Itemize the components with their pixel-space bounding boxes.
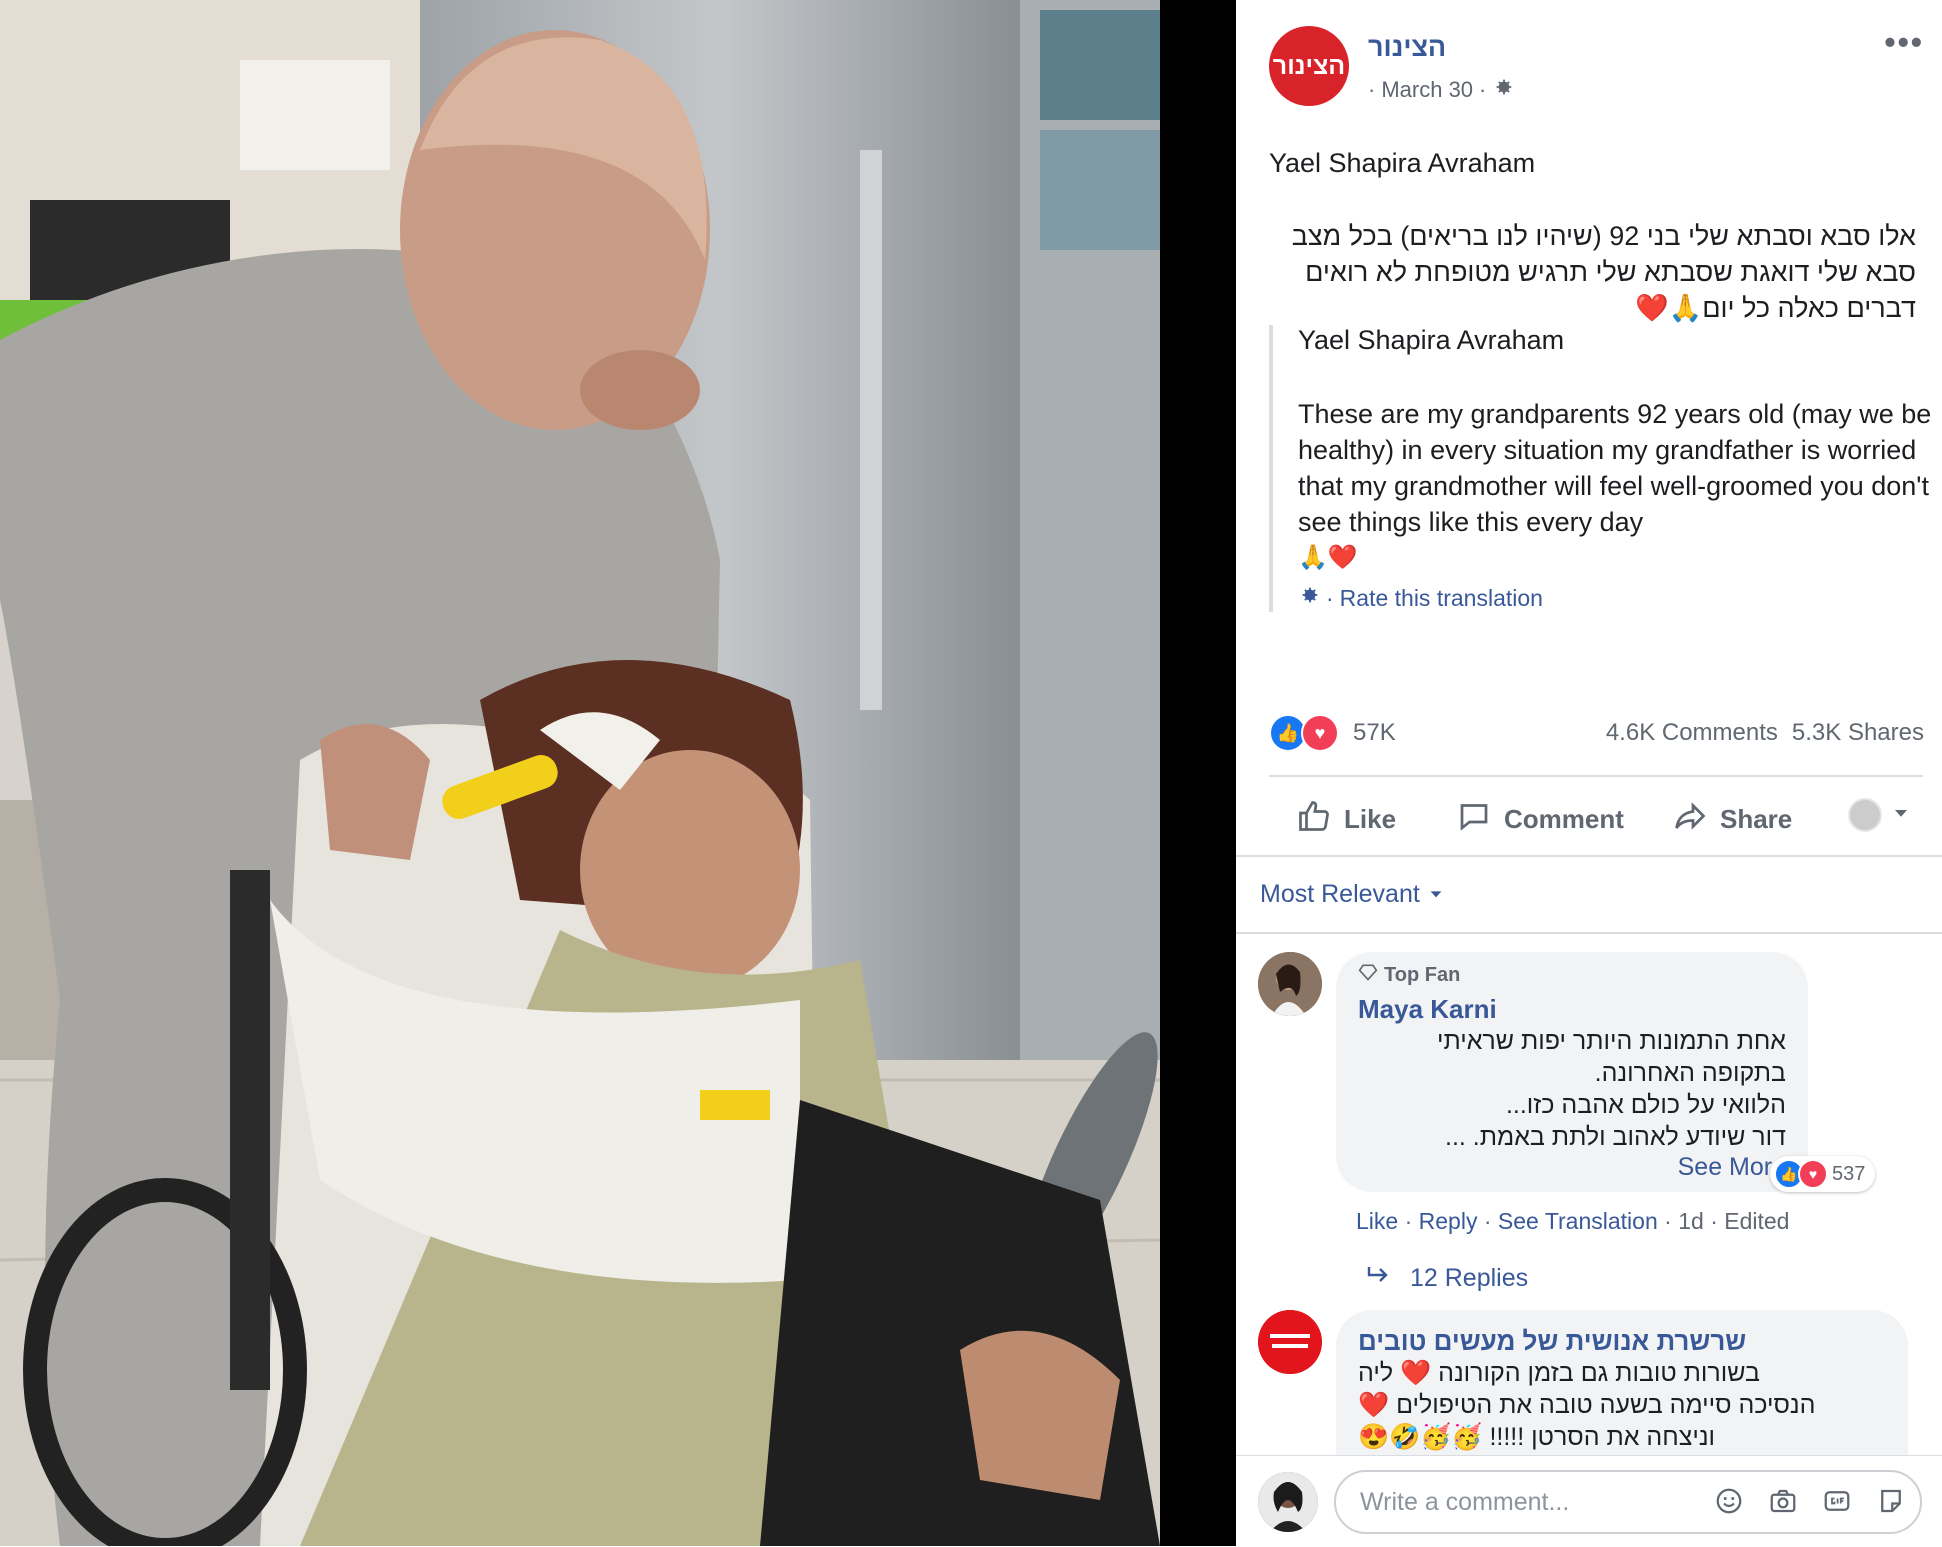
post-text-hebrew: אלו סבא וסבתא שלי בני 92 (שיהיו לנו בריא… (1291, 221, 1916, 323)
chevron-down-icon (1892, 804, 1910, 827)
comment-bubble: Top Fan Maya Karni אחת התמונות היותר יפו… (1336, 952, 1808, 1192)
user-avatar (1848, 798, 1882, 832)
comment-line: וניצחה את הסרטן !!!!! 🥳🥳🤣😍 (1358, 1423, 1716, 1451)
share-label: Share (1720, 804, 1793, 834)
comment-reaction-badge[interactable]: 👍 ♥ 537 (1770, 1156, 1876, 1192)
rate-translation-label: Rate this translation (1339, 584, 1543, 611)
translation-emoji: 🙏❤️ (1298, 544, 1358, 571)
dot-separator: · (1483, 1208, 1498, 1234)
rate-translation-link[interactable]: · Rate this translation (1298, 584, 1938, 612)
top-fan-badge: Top Fan (1358, 962, 1786, 988)
like-label: Like (1344, 804, 1397, 834)
share-button[interactable]: Share (1672, 798, 1792, 841)
share-icon (1672, 798, 1708, 841)
comments-count-link[interactable]: 4.6K Comments (1606, 719, 1778, 747)
reply-arrow-icon (1366, 1264, 1392, 1293)
translation-text: These are my grandparents 92 years old (… (1298, 399, 1932, 537)
post-meta: · March 30 · (1368, 76, 1514, 104)
see-translation-link[interactable]: See Translation (1498, 1208, 1658, 1234)
diamond-icon (1358, 962, 1378, 988)
dot-separator: · (1664, 1208, 1679, 1234)
sort-label: Most Relevant (1260, 880, 1420, 908)
dot-separator: · (1479, 77, 1487, 102)
love-reaction-icon: ♥ (1798, 1159, 1828, 1189)
comment-line: הלוואי על כולם אהבה כזו... (1505, 1091, 1786, 1119)
page-name[interactable]: הצינור (1368, 32, 1446, 63)
comment-text: בשורות טובות גם בזמן הקורונה ❤️ ליה הנסי… (1358, 1357, 1886, 1453)
dot-separator: · (1326, 584, 1334, 611)
see-more-row: See More (1358, 1153, 1786, 1182)
reaction-count: 57K (1353, 719, 1396, 746)
post-side-panel: הצינור הצינור · March 30 · ••• Yael Shap… (1236, 0, 1942, 1547)
divider (1269, 775, 1923, 777)
composer-tools (1714, 1486, 1906, 1516)
dot-separator: · (1710, 1208, 1725, 1234)
like-button[interactable]: Like (1296, 798, 1396, 841)
photo-viewer-backdrop (1160, 0, 1236, 1546)
emoji-icon[interactable] (1714, 1486, 1744, 1516)
dot-separator: · (1404, 1208, 1419, 1234)
photo-illustration (0, 0, 1160, 1546)
caret-down-icon (1428, 880, 1444, 909)
comment-time[interactable]: 1d (1678, 1208, 1704, 1234)
divider (1236, 855, 1942, 857)
gear-icon[interactable] (1492, 76, 1514, 104)
reaction-summary[interactable]: 👍 ♥ 57K (1269, 714, 1396, 752)
comment-icon (1456, 798, 1492, 841)
love-reaction-icon: ♥ (1301, 714, 1339, 752)
post-photo[interactable] (0, 0, 1160, 1546)
translation-block: Yael Shapira Avraham These are my grandp… (1269, 325, 1938, 612)
comment-reply-link[interactable]: Reply (1419, 1208, 1478, 1234)
comment-label: Comment (1504, 804, 1624, 834)
view-replies-link[interactable]: 12 Replies (1366, 1264, 1528, 1293)
gif-icon[interactable] (1822, 1486, 1852, 1516)
gear-icon (1298, 584, 1320, 612)
comment-text: אחת התמונות היותר יפות שראיתי בתקופה האח… (1358, 1025, 1786, 1153)
shares-count-link[interactable]: 5.3K Shares (1792, 719, 1924, 747)
comment-line: דור שיודע לאהוב ולתת באמת. ... (1445, 1123, 1786, 1151)
edited-label[interactable]: Edited (1724, 1208, 1789, 1234)
replies-count: 12 Replies (1410, 1264, 1529, 1292)
thumbs-up-icon (1296, 798, 1332, 841)
sticker-icon[interactable] (1876, 1486, 1906, 1516)
comment-reaction-count: 537 (1832, 1162, 1866, 1185)
engagement-stats: 4.6K Comments 5.3K Shares (1606, 719, 1924, 747)
comment-button[interactable]: Comment (1456, 798, 1624, 841)
translation-author: Yael Shapira Avraham (1298, 325, 1565, 355)
comment-actions: Like · Reply · See Translation · 1d · Ed… (1356, 1208, 1789, 1235)
comment-line: אחת התמונות היותר יפות שראיתי (1436, 1027, 1786, 1055)
post-author: Yael Shapira Avraham (1269, 148, 1536, 178)
comment-placeholder: Write a comment... (1360, 1487, 1570, 1516)
commenter-name[interactable]: שרשרת אנושית של מעשים טובים (1358, 1326, 1886, 1357)
more-options-button[interactable]: ••• (1884, 24, 1924, 61)
current-user-avatar[interactable] (1258, 1472, 1318, 1532)
camera-icon[interactable] (1768, 1486, 1798, 1516)
comment-line: בתקופה האחרונה. (1594, 1059, 1786, 1087)
comment-line: הנסיכה סיימה בשעה טובה את הטיפולים ❤️ (1358, 1391, 1816, 1419)
divider (1236, 932, 1942, 934)
commenter-name[interactable]: Maya Karni (1358, 994, 1786, 1025)
comment-sort-dropdown[interactable]: Most Relevant (1260, 880, 1444, 909)
dot-separator: · (1368, 77, 1376, 102)
top-fan-label: Top Fan (1384, 963, 1461, 986)
page-logo-text: הצינור (1272, 51, 1346, 80)
commenter-avatar[interactable] (1258, 952, 1322, 1016)
commenter-avatar-logo[interactable] (1258, 1310, 1322, 1374)
comment-line: בשורות טובות גם בזמן הקורונה ❤️ ליה (1358, 1359, 1760, 1387)
react-as-selector[interactable] (1848, 798, 1910, 832)
page-logo[interactable]: הצינור (1269, 26, 1349, 106)
comment-like-link[interactable]: Like (1356, 1208, 1398, 1234)
post-date[interactable]: March 30 (1381, 77, 1473, 103)
